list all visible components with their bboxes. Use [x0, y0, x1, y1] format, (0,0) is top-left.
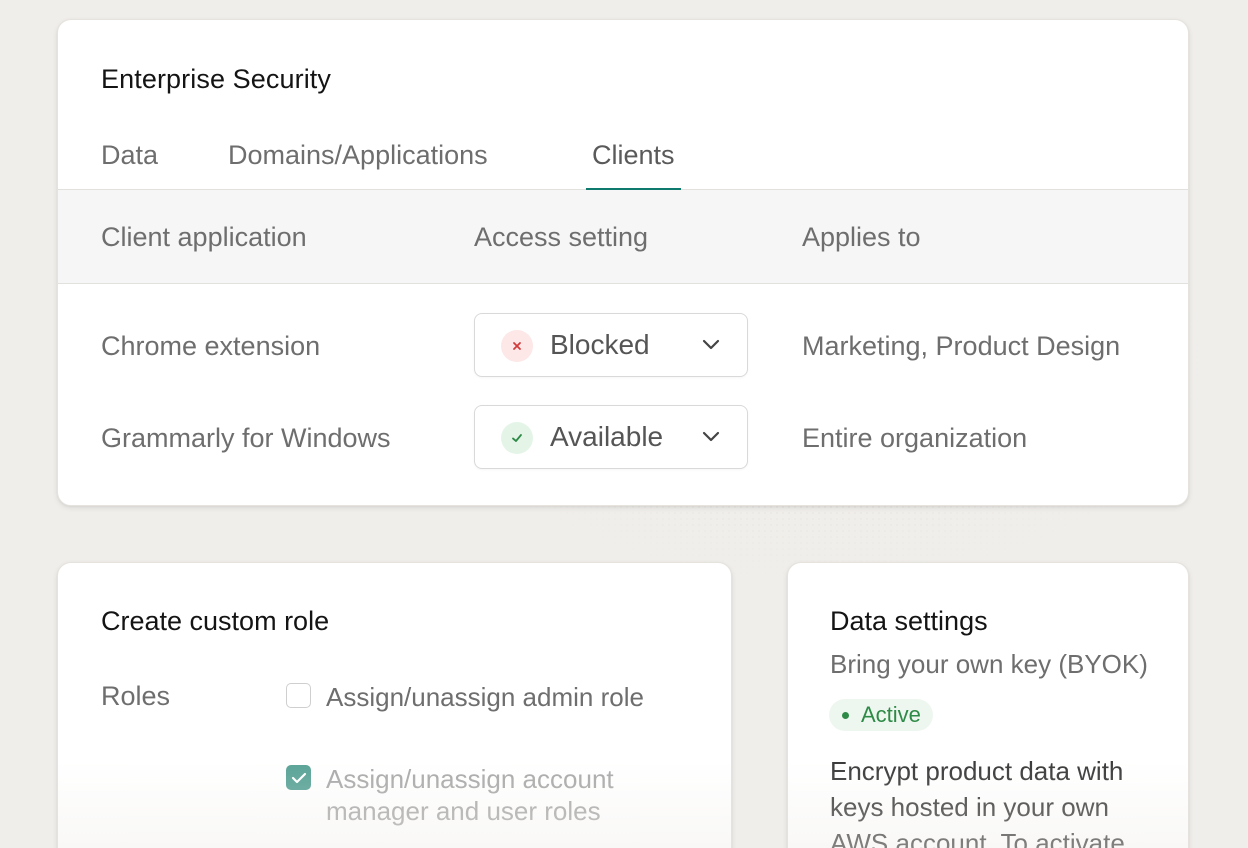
applies-to-value: Marketing, Product Design: [802, 331, 1121, 361]
enterprise-security-card: Enterprise Security Data Domains/Applica…: [57, 19, 1189, 506]
table-header: Client application Access setting Applie…: [58, 190, 1188, 284]
checkbox[interactable]: [286, 683, 311, 708]
status-badge: Active: [829, 699, 933, 731]
column-header-client-application: Client application: [101, 222, 307, 252]
chevron-down-icon: [701, 338, 721, 357]
tab-domains-applications[interactable]: Domains/Applications: [228, 140, 488, 190]
table-row: Chrome extension Blocked Marketing, Prod…: [58, 313, 1188, 377]
column-header-access-setting: Access setting: [474, 222, 649, 252]
access-setting-dropdown[interactable]: Available: [474, 405, 748, 469]
x-icon: [501, 330, 533, 362]
role-option-label: Assign/unassign account manager and user…: [326, 764, 614, 826]
card-subtitle: Bring your own key (BYOK): [830, 649, 1148, 679]
card-title: Create custom role: [101, 606, 330, 636]
card-title: Data settings: [830, 606, 988, 636]
tab-data[interactable]: Data: [101, 140, 158, 190]
card-title: Enterprise Security: [101, 64, 331, 94]
applies-to-value: Entire organization: [802, 423, 1028, 453]
roles-label: Roles: [101, 681, 171, 711]
checkbox-checked[interactable]: [286, 765, 311, 790]
check-icon: [501, 422, 533, 454]
client-name: Grammarly for Windows: [101, 423, 391, 453]
client-name: Chrome extension: [101, 331, 321, 361]
access-setting-value: Blocked: [550, 329, 650, 360]
create-custom-role-card: Create custom role Roles Assign/unassign…: [57, 562, 732, 848]
chevron-down-icon: [701, 430, 721, 449]
table-row: Grammarly for Windows Available Entire o…: [58, 405, 1188, 469]
data-settings-card: Data settings Bring your own key (BYOK) …: [787, 562, 1189, 848]
role-option-label: Assign/unassign admin role: [326, 682, 644, 712]
access-setting-value: Available: [550, 421, 664, 452]
tab-bar: Data Domains/Applications Clients: [58, 140, 1188, 191]
access-setting-dropdown[interactable]: Blocked: [474, 313, 748, 377]
column-header-applies-to: Applies to: [802, 222, 921, 252]
description: Encrypt product data with keys hosted in…: [830, 756, 1125, 848]
tab-clients[interactable]: Clients: [586, 140, 681, 191]
